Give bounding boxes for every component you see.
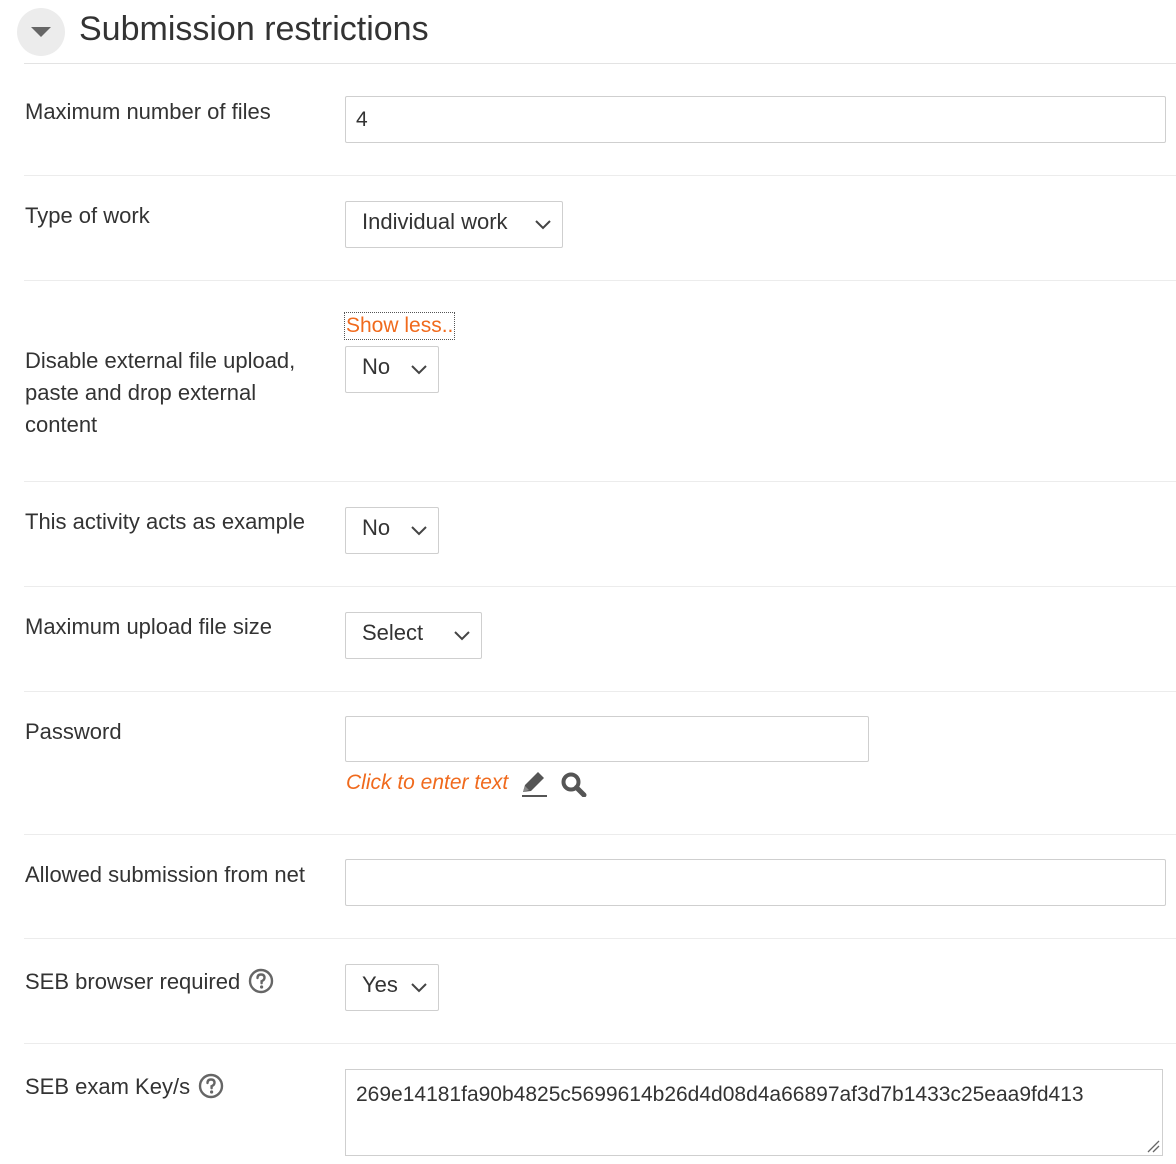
collapse-toggle-button[interactable] (17, 8, 65, 56)
disable-external-value: No (362, 354, 391, 379)
row-divider (24, 1043, 1176, 1044)
disable-external-select[interactable]: No (345, 346, 439, 393)
question-circle-icon[interactable] (198, 1073, 224, 1099)
max-upload-size-select[interactable]: Select (345, 612, 482, 659)
row-divider (24, 175, 1176, 176)
seb-required-label-row: SEB browser required (25, 966, 274, 998)
max-files-input[interactable] (345, 96, 1166, 143)
section-header: Submission restrictions (0, 0, 1176, 64)
question-circle-icon[interactable] (248, 968, 274, 994)
chevron-down-icon (535, 220, 551, 230)
header-divider (24, 63, 1176, 64)
click-to-enter-text-link[interactable]: Click to enter text (346, 769, 508, 797)
password-input[interactable] (345, 716, 869, 762)
type-of-work-value: Individual work (362, 209, 508, 234)
chevron-down-icon (411, 526, 427, 536)
resize-handle-icon[interactable] (1146, 1139, 1160, 1153)
seb-keys-label: SEB exam Key/s (25, 1074, 191, 1099)
disable-external-label: Disable external file upload, paste and … (25, 348, 296, 437)
row-divider (24, 481, 1176, 482)
chevron-down-icon (454, 631, 470, 641)
password-label: Password (25, 719, 122, 744)
seb-required-select[interactable]: Yes (345, 964, 439, 1011)
pencil-icon[interactable] (519, 770, 549, 798)
seb-required-value: Yes (362, 972, 398, 997)
max-upload-size-label: Maximum upload file size (25, 614, 272, 639)
seb-keys-label-row: SEB exam Key/s (25, 1071, 224, 1103)
row-divider (24, 586, 1176, 587)
show-less-link[interactable]: Show less.. (343, 312, 456, 340)
type-of-work-label: Type of work (25, 203, 150, 228)
chevron-down-icon (411, 365, 427, 375)
magnifier-icon[interactable] (560, 771, 588, 797)
section-title: Submission restrictions (79, 10, 429, 48)
chevron-down-icon (411, 983, 427, 993)
chevron-down-icon (31, 27, 51, 37)
acts-as-example-select[interactable]: No (345, 507, 439, 554)
row-divider (24, 280, 1176, 281)
row-divider (24, 691, 1176, 692)
acts-as-example-value: No (362, 515, 391, 540)
row-divider (24, 834, 1176, 835)
row-divider (24, 938, 1176, 939)
max-files-label: Maximum number of files (25, 99, 271, 124)
max-upload-size-value: Select (362, 620, 424, 645)
acts-as-example-label: This activity acts as example (25, 509, 305, 534)
seb-required-label: SEB browser required (25, 969, 241, 994)
allowed-net-label: Allowed submission from net (25, 862, 306, 887)
allowed-net-input[interactable] (345, 859, 1166, 906)
seb-keys-value: 269e14181fa90b4825c5699614b26d4d08d4a668… (356, 1083, 1084, 1106)
seb-keys-textarea[interactable]: 269e14181fa90b4825c5699614b26d4d08d4a668… (345, 1069, 1163, 1156)
type-of-work-select[interactable]: Individual work (345, 201, 563, 248)
